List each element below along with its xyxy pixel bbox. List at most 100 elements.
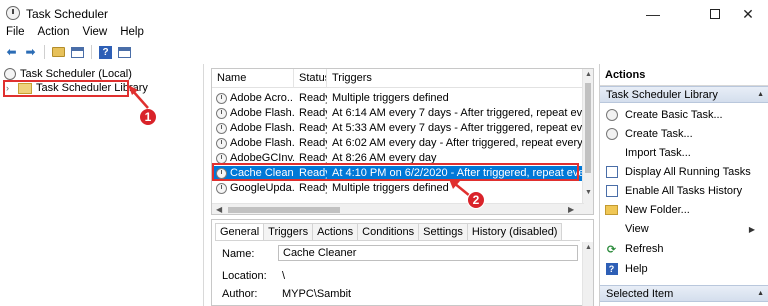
collapse-icon[interactable]: ▲	[757, 91, 764, 98]
minimize-icon: —	[646, 6, 660, 22]
folder-icon	[605, 205, 618, 215]
back-button[interactable]: ⬅	[3, 44, 20, 61]
scroll-up-icon[interactable]: ▲	[585, 244, 592, 251]
task-status: Ready	[299, 107, 327, 119]
action-pane-icon	[118, 46, 131, 58]
action-label: New Folder...	[625, 204, 690, 216]
forward-button[interactable]: ➡	[22, 44, 39, 61]
annotation-arrow-1	[128, 85, 149, 109]
action-label: Display All Running Tasks	[625, 166, 751, 178]
task-status: Ready	[299, 92, 327, 104]
task-list-horizontal-scrollbar[interactable]: ◀ ▶	[212, 203, 584, 214]
window-title: Task Scheduler	[26, 7, 109, 21]
show-hide-console-tree-button[interactable]	[69, 44, 86, 61]
action-label: Help	[625, 263, 648, 275]
action-help[interactable]: ? Help	[605, 260, 648, 278]
show-hide-action-pane-button[interactable]	[116, 44, 133, 61]
tree-root-label: Task Scheduler (Local)	[20, 68, 132, 80]
help-icon: ?	[605, 263, 618, 275]
action-label: Create Basic Task...	[625, 109, 723, 121]
table-row[interactable]: Adobe Flash... Ready At 5:33 AM every 7 …	[212, 121, 584, 136]
table-row[interactable]: Adobe Flash... Ready At 6:02 AM every da…	[212, 136, 584, 151]
scroll-thumb[interactable]	[585, 83, 591, 173]
minimize-button[interactable]: —	[630, 0, 676, 28]
action-new-folder[interactable]: New Folder...	[605, 201, 690, 219]
close-button[interactable]: ✕	[728, 0, 768, 28]
tab-conditions[interactable]: Conditions	[358, 223, 420, 241]
details-tabs: General Triggers Actions Conditions Sett…	[215, 223, 563, 241]
scroll-left-icon[interactable]: ◀	[216, 205, 222, 214]
toolbar-separator	[91, 45, 92, 59]
action-create-basic-task[interactable]: Create Basic Task...	[605, 106, 723, 124]
menu-bar: File Action View Help	[0, 26, 151, 42]
scroll-thumb[interactable]	[228, 207, 340, 213]
action-create-task[interactable]: Create Task...	[605, 125, 693, 143]
toolbar-separator	[44, 45, 45, 59]
close-icon: ✕	[742, 5, 754, 22]
action-label: View	[625, 223, 649, 235]
task-triggers: Multiple triggers defined	[332, 92, 449, 104]
task-scheduler-app-icon	[6, 6, 20, 20]
task-triggers: At 5:33 AM every 7 days - After triggere…	[332, 122, 584, 134]
help-icon: ?	[99, 45, 112, 59]
tab-triggers[interactable]: Triggers	[264, 223, 314, 241]
action-label: Enable All Tasks History	[625, 185, 743, 197]
tree-item-root[interactable]: Task Scheduler (Local)	[4, 68, 132, 80]
task-center-pane: Name Status Triggers Adobe Acro... Ready…	[211, 68, 594, 306]
action-label: Refresh	[625, 243, 664, 255]
menu-help[interactable]: Help	[114, 26, 151, 42]
up-folder-button[interactable]	[50, 44, 67, 61]
forward-arrow-icon: ➡	[25, 45, 36, 59]
action-import-task[interactable]: Import Task...	[605, 144, 691, 162]
collapse-icon[interactable]: ▲	[757, 290, 764, 297]
menu-action[interactable]: Action	[32, 26, 77, 42]
task-status: Ready	[299, 137, 327, 149]
actions-header: Actions	[600, 64, 768, 86]
clock-icon	[605, 109, 618, 121]
name-field[interactable]: Cache Cleaner	[278, 245, 578, 261]
action-label: Import Task...	[625, 147, 691, 159]
column-header-name[interactable]: Name	[212, 69, 294, 88]
actions-pane: Actions Task Scheduler Library ▲ Create …	[599, 64, 768, 306]
table-row[interactable]: Adobe Flash... Ready At 6:14 AM every 7 …	[212, 106, 584, 121]
action-enable-history[interactable]: Enable All Tasks History	[605, 182, 742, 200]
scroll-down-icon[interactable]: ▼	[585, 189, 592, 196]
task-clock-icon	[216, 93, 227, 104]
task-clock-icon	[216, 123, 227, 134]
section-header-library[interactable]: Task Scheduler Library ▲	[600, 86, 768, 103]
table-row[interactable]: Adobe Acro... Ready Multiple triggers de…	[212, 91, 584, 106]
action-view[interactable]: View ▶	[605, 220, 765, 238]
task-triggers: At 6:02 AM every day - After triggered, …	[332, 137, 584, 149]
action-refresh[interactable]: ⟳ Refresh	[605, 240, 664, 258]
step-badge-2: 2	[467, 191, 485, 209]
tab-settings[interactable]: Settings	[419, 223, 468, 241]
maximize-icon	[710, 9, 720, 19]
menu-file[interactable]: File	[0, 26, 32, 42]
section-header-selected-item[interactable]: Selected Item ▲	[600, 285, 768, 302]
tab-general[interactable]: General	[215, 223, 265, 241]
details-vertical-scrollbar[interactable]: ▲	[582, 242, 593, 306]
task-name: Adobe Flash...	[230, 107, 294, 119]
create-task-icon	[605, 128, 618, 140]
console-tree-icon	[71, 46, 84, 58]
column-header-triggers[interactable]: Triggers	[327, 69, 584, 88]
location-value: \	[282, 270, 286, 282]
task-list: Name Status Triggers Adobe Acro... Ready…	[211, 68, 594, 215]
console-tree: Task Scheduler (Local) › Task Scheduler …	[0, 64, 204, 306]
tab-history[interactable]: History (disabled)	[467, 223, 563, 241]
help-button[interactable]: ?	[97, 44, 114, 61]
back-arrow-icon: ⬅	[6, 45, 17, 59]
action-label: Create Task...	[625, 128, 693, 140]
scroll-right-icon[interactable]: ▶	[568, 205, 574, 214]
action-display-running-tasks[interactable]: Display All Running Tasks	[605, 163, 751, 181]
task-list-header: Name Status Triggers	[212, 69, 584, 88]
refresh-icon: ⟳	[606, 243, 617, 256]
task-name: GoogleUpda...	[230, 182, 294, 194]
tab-divider	[215, 240, 580, 241]
tab-actions[interactable]: Actions	[313, 223, 359, 241]
table-row[interactable]: GoogleUpda... Ready Multiple triggers de…	[212, 181, 584, 196]
task-list-vertical-scrollbar[interactable]: ▲ ▼	[582, 69, 593, 214]
scroll-up-icon[interactable]: ▲	[585, 71, 592, 78]
column-header-status[interactable]: Status	[294, 69, 327, 88]
menu-view[interactable]: View	[77, 26, 115, 42]
